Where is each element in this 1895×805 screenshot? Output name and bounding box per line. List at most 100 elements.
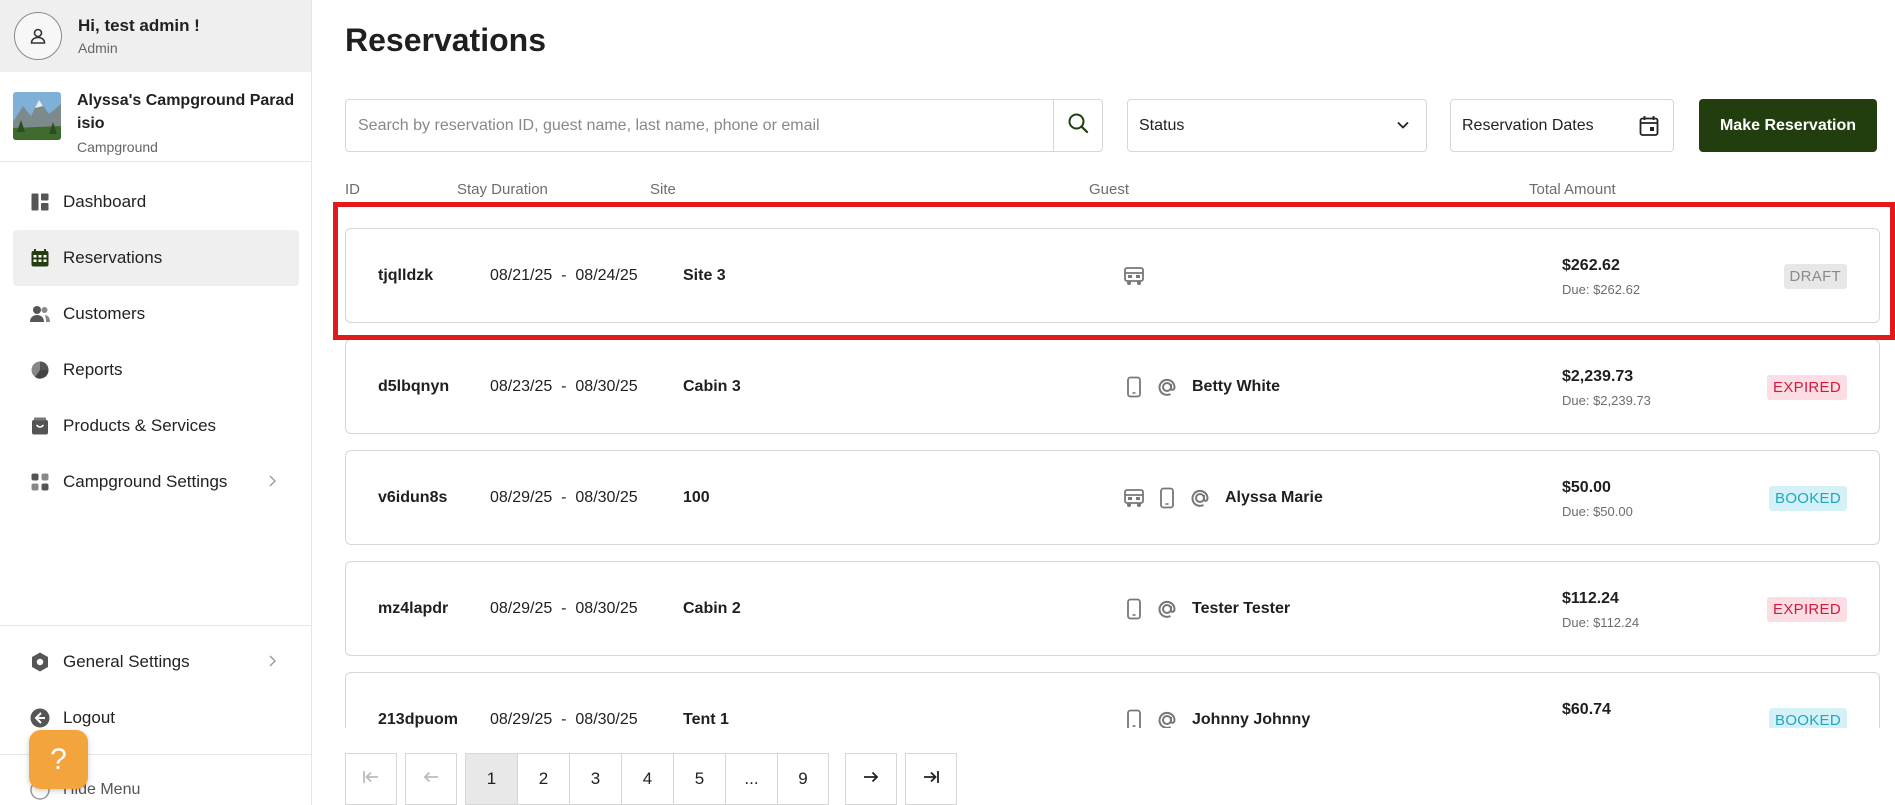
- nav-label: Customers: [63, 304, 146, 323]
- campground-type: Campground: [77, 139, 158, 155]
- total-amount: $112.24 Due: $112.24: [1562, 590, 1639, 630]
- previous-page-button[interactable]: [405, 753, 457, 805]
- search-button[interactable]: [1053, 100, 1102, 151]
- rv-icon: [1122, 264, 1146, 288]
- total-value: $262.62: [1562, 257, 1620, 274]
- make-reservation-button[interactable]: Make Reservation: [1699, 99, 1877, 152]
- logout-icon: [30, 708, 50, 728]
- nav-label: Dashboard: [63, 192, 147, 211]
- nav-item-products-services[interactable]: Products & Services: [13, 398, 299, 454]
- user-greeting: Hi, test admin !: [78, 16, 200, 35]
- help-button[interactable]: ?: [29, 730, 88, 789]
- column-header-stay-duration: Stay Duration: [457, 181, 548, 198]
- guest-name: Alyssa Marie: [1225, 489, 1323, 506]
- total-amount: $60.74: [1562, 701, 1611, 726]
- first-page-button[interactable]: [345, 753, 397, 805]
- status-badge: EXPIRED: [1767, 597, 1847, 622]
- page-button[interactable]: 9: [777, 753, 829, 805]
- pagination: 1 2 3 4 5 ... 9: [345, 753, 957, 805]
- reservation-dates-picker[interactable]: Reservation Dates: [1450, 99, 1674, 152]
- due-value: Due: $262.62: [1562, 282, 1641, 297]
- nav-item-campground-settings[interactable]: Campground Settings: [13, 454, 299, 510]
- page-button[interactable]: 5: [673, 753, 725, 805]
- page-button[interactable]: 1: [465, 753, 517, 805]
- table-row[interactable]: d5lbqnyn 08/23/25 - 08/30/25 Cabin 3 Bet…: [345, 339, 1880, 434]
- stay-duration: 08/29/25 - 08/30/25: [490, 600, 638, 617]
- column-header-site: Site: [650, 181, 676, 198]
- last-page-button[interactable]: [905, 753, 957, 805]
- chevron-down-icon: [1396, 118, 1410, 137]
- guest-name: Betty White: [1192, 378, 1280, 395]
- due-value: Due: $2,239.73: [1562, 393, 1651, 408]
- column-header-total-amount: Total Amount: [1529, 181, 1616, 198]
- main-nav: Dashboard Reservations Customers Reports: [13, 174, 299, 510]
- site-name: Cabin 3: [683, 378, 741, 395]
- user-profile[interactable]: Hi, test admin ! Admin: [0, 0, 311, 72]
- nav-item-general-settings[interactable]: General Settings: [13, 634, 299, 690]
- guest-info: Tester Tester: [1122, 596, 1290, 622]
- page-button[interactable]: 3: [569, 753, 621, 805]
- search-box: [345, 99, 1103, 152]
- chevron-right-icon: [267, 474, 277, 493]
- page-numbers: 1 2 3 4 5 ... 9: [465, 753, 829, 805]
- calendar-icon: [30, 248, 50, 268]
- rv-icon: [1122, 486, 1146, 510]
- nav-item-customers[interactable]: Customers: [13, 286, 299, 342]
- arrow-left-icon: [422, 769, 440, 789]
- column-header-guest: Guest: [1089, 181, 1130, 198]
- guest-info: Alyssa Marie: [1122, 485, 1323, 511]
- reservation-id: tjqlldzk: [378, 267, 434, 284]
- email-icon: [1155, 375, 1179, 399]
- next-page-button[interactable]: [845, 753, 897, 805]
- calendar-icon: [1639, 115, 1659, 142]
- arrow-right-icon: [862, 769, 880, 789]
- reservation-id: d5lbqnyn: [378, 378, 450, 395]
- nav-label: General Settings: [63, 652, 190, 671]
- total-amount: $50.00 Due: $50.00: [1562, 479, 1633, 519]
- phone-icon: [1122, 708, 1146, 728]
- nav-item-reports[interactable]: Reports: [13, 342, 299, 398]
- site-name: Site 3: [683, 267, 726, 284]
- campground-thumbnail: [13, 92, 61, 140]
- page-button[interactable]: 4: [621, 753, 673, 805]
- page-button[interactable]: 2: [517, 753, 569, 805]
- guest-info: Johnny Johnny: [1122, 707, 1310, 728]
- reservation-id: mz4lapdr: [378, 600, 449, 617]
- reservation-id: 213dpuom: [378, 711, 459, 728]
- nav-label: Reservations: [63, 248, 163, 267]
- main-content: Reservations Status Reservation Dates Ma…: [312, 0, 1895, 805]
- nav-item-dashboard[interactable]: Dashboard: [13, 174, 299, 230]
- reservations-list: tjqlldzk 08/21/25 - 08/24/25 Site 3 $262…: [345, 228, 1880, 728]
- email-icon: [1155, 597, 1179, 621]
- phone-icon: [1122, 375, 1146, 399]
- phone-icon: [1122, 597, 1146, 621]
- total-value: $112.24: [1562, 590, 1619, 607]
- email-icon: [1155, 708, 1179, 728]
- search-input[interactable]: [346, 100, 1053, 151]
- table-row[interactable]: mz4lapdr 08/29/25 - 08/30/25 Cabin 2 Tes…: [345, 561, 1880, 656]
- page-ellipsis: ...: [725, 753, 777, 805]
- reservation-id: v6idun8s: [378, 489, 448, 506]
- total-value: $2,239.73: [1562, 368, 1634, 385]
- apps-icon: [30, 472, 50, 492]
- guest-name: Tester Tester: [1192, 600, 1291, 617]
- nav-item-reservations[interactable]: Reservations: [13, 230, 299, 286]
- table-row[interactable]: 213dpuom 08/29/25 - 08/30/25 Tent 1 John…: [345, 672, 1880, 728]
- nav-label: Logout: [63, 708, 115, 727]
- campground-selector[interactable]: Alyssa's Campground Paradisio Campground: [0, 80, 311, 162]
- pie-chart-icon: [30, 360, 50, 380]
- status-dropdown[interactable]: Status: [1127, 99, 1427, 152]
- status-dropdown-label: Status: [1139, 116, 1185, 134]
- table-row[interactable]: v6idun8s 08/29/25 - 08/30/25 100 Alyssa …: [345, 450, 1880, 545]
- total-value: $60.74: [1562, 701, 1611, 718]
- email-icon: [1188, 486, 1212, 510]
- site-name: Tent 1: [683, 711, 729, 728]
- page-title: Reservations: [345, 22, 546, 58]
- customers-icon: [30, 304, 50, 324]
- status-badge: DRAFT: [1783, 264, 1847, 289]
- table-row[interactable]: tjqlldzk 08/21/25 - 08/24/25 Site 3 $262…: [345, 228, 1880, 323]
- reservation-dates-label: Reservation Dates: [1462, 116, 1594, 134]
- table-header: ID Stay Duration Site Guest Total Amount: [345, 181, 1877, 201]
- search-icon: [1067, 112, 1089, 139]
- bag-icon: [30, 416, 50, 436]
